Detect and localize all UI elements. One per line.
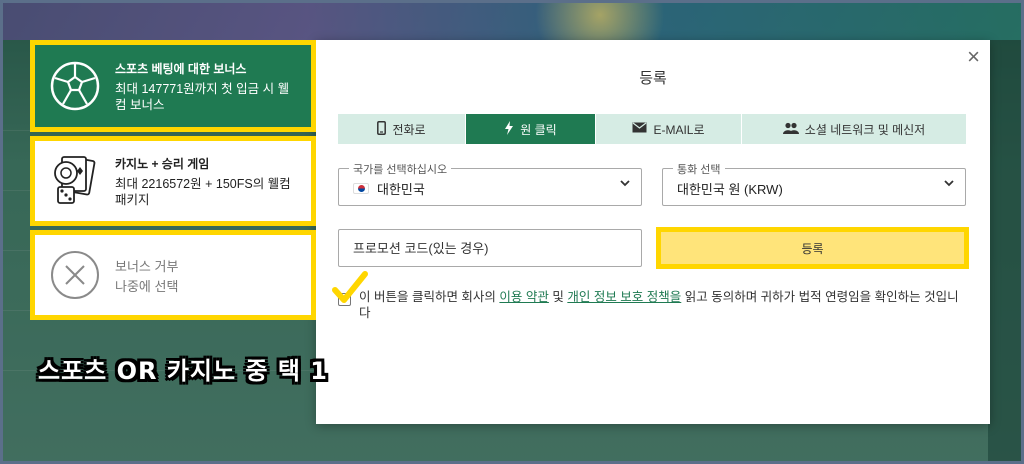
terms-agreement: 이 버튼을 클릭하면 회사의 이용 약관 및 개인 정보 보호 정책을 읽고 동… — [338, 289, 968, 321]
currency-select-value: 대한민국 원 (KRW) — [677, 182, 783, 197]
casino-cards-dice-icon — [47, 153, 103, 209]
soccer-ball-icon — [47, 58, 103, 114]
chevron-down-icon — [943, 177, 955, 192]
bonus-casino-title: 카지노 + 승리 게임 — [115, 156, 210, 171]
tab-social-label: 소셜 네트워크 및 메신저 — [804, 122, 926, 137]
phone-icon — [377, 120, 387, 138]
terms-text: 이 버튼을 클릭하면 회사의 이용 약관 및 개인 정보 보호 정책을 읽고 동… — [359, 290, 959, 320]
privacy-policy-link[interactable]: 개인 정보 보호 정책을 — [567, 290, 681, 304]
bonus-sports-title: 스포츠 베팅에 대한 보너스 — [115, 61, 247, 76]
bonus-decline-title: 보너스 거부 — [115, 258, 179, 274]
bonus-panel: 스포츠 베팅에 대한 보너스 최대 147771원까지 첫 입금 시 웰컴 보너… — [30, 40, 316, 320]
tab-one-click[interactable]: 원 클릭 — [466, 114, 596, 144]
close-circle-icon — [47, 247, 103, 303]
promo-code-input[interactable] — [339, 230, 641, 266]
tab-phone[interactable]: 전화로 — [338, 114, 466, 144]
close-icon[interactable]: × — [967, 46, 980, 68]
terms-of-use-link[interactable]: 이용 약관 — [499, 290, 548, 304]
tab-one-click-label: 원 클릭 — [520, 122, 557, 137]
bonus-option-sports[interactable]: 스포츠 베팅에 대한 보너스 최대 147771원까지 첫 입금 시 웰컴 보너… — [30, 40, 316, 132]
currency-select-label: 통화 선택 — [673, 161, 725, 177]
promo-code-field[interactable] — [338, 229, 642, 267]
bonus-option-decline[interactable]: 보너스 거부 나중에 선택 — [30, 230, 316, 320]
checkmark-annotation-icon — [332, 271, 368, 303]
country-select[interactable]: 국가를 선택하십시오 대한민국 — [338, 161, 642, 206]
tab-phone-label: 전화로 — [392, 122, 426, 137]
country-select-value: 대한민국 — [377, 182, 425, 197]
currency-select[interactable]: 통화 선택 대한민국 원 (KRW) — [662, 161, 966, 206]
envelope-icon — [632, 122, 647, 136]
register-button[interactable]: 등록 — [656, 227, 969, 269]
people-icon — [782, 122, 799, 137]
lightning-icon — [504, 120, 514, 138]
tab-social[interactable]: 소셜 네트워크 및 메신저 — [742, 114, 966, 144]
annotation-caption: 스포츠 OR 카지노 중 택 1 — [38, 357, 328, 385]
bonus-casino-desc: 최대 2216572원 + 150FS의 웰컴 패키지 — [115, 176, 291, 207]
chevron-down-icon — [619, 177, 631, 192]
tab-email-label: E-MAIL로 — [653, 122, 705, 137]
bonus-sports-desc: 최대 147771원까지 첫 입금 시 웰컴 보너스 — [115, 81, 290, 112]
tab-email[interactable]: E-MAIL로 — [596, 114, 742, 144]
korea-flag-icon — [353, 183, 369, 194]
registration-tabs: 전화로 원 클릭 E-MAIL로 소셜 네트워크 및 메신저 — [338, 114, 966, 144]
registration-modal: × 등록 전화로 원 클릭 E-MAIL로 소셜 네트워크 및 메신저 국가를 … — [316, 40, 990, 424]
modal-title: 등록 — [639, 70, 667, 87]
country-select-label: 국가를 선택하십시오 — [349, 161, 452, 177]
bonus-decline-desc: 나중에 선택 — [115, 278, 179, 294]
bonus-option-casino[interactable]: 카지노 + 승리 게임 최대 2216572원 + 150FS의 웰컴 패키지 — [30, 136, 316, 226]
